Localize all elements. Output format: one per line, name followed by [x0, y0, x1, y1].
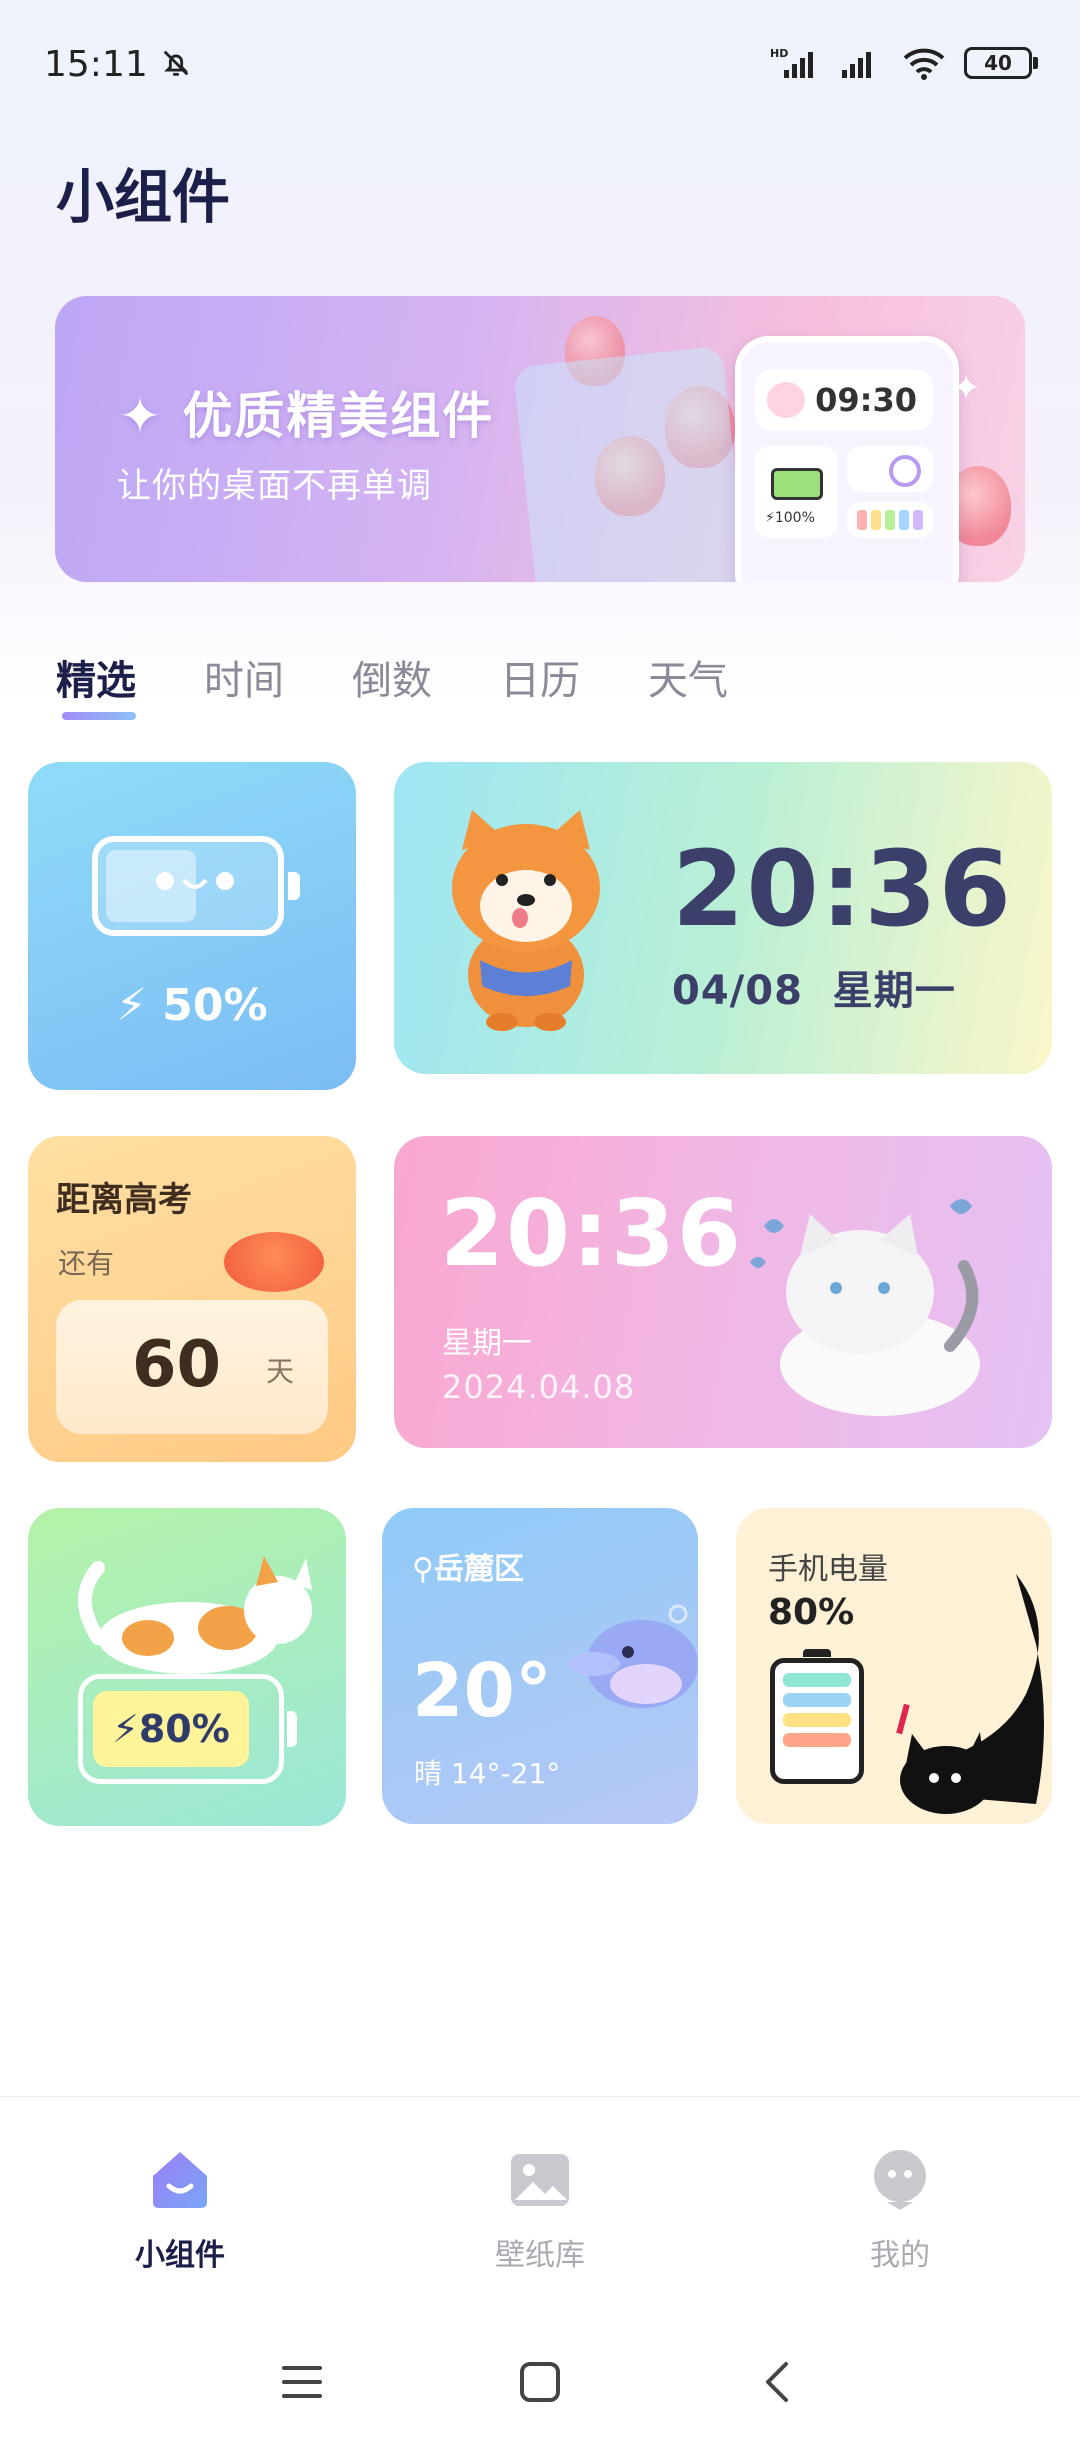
promo-banner[interactable]: ✦ 优质精美组件 让你的桌面不再单调 09:30 ⚡100% ✦	[55, 296, 1025, 582]
banner-title: ✦ 优质精美组件	[119, 387, 495, 445]
status-time-text: 15:11	[44, 44, 148, 85]
battery-percent: ⚡ 50%	[116, 980, 268, 1031]
mock-bars-widget	[847, 502, 933, 538]
mock-toggle-widget	[847, 446, 933, 492]
home-icon[interactable]	[518, 2360, 562, 2404]
svg-text:HD: HD	[770, 47, 788, 60]
mock-time-widget: 09:30	[755, 370, 933, 430]
phone-mockup: 09:30 ⚡100%	[735, 336, 959, 582]
tab-weather[interactable]: 天气	[648, 648, 728, 706]
crab-icon	[224, 1232, 324, 1292]
clock-time: 20:36	[440, 1180, 743, 1287]
battery-status: 40	[964, 47, 1038, 79]
widget-weather[interactable]: ⚲岳麓区 20° 晴 14°-21°	[382, 1508, 698, 1824]
menu-icon[interactable]	[280, 2360, 324, 2404]
countdown-box: 60 天	[56, 1300, 328, 1434]
card-decor	[513, 345, 747, 582]
nav-profile[interactable]: 我的	[820, 2146, 980, 2274]
weather-location: ⚲岳麓区	[412, 1552, 524, 1587]
bell-off-icon	[163, 50, 189, 76]
widget-phone-battery[interactable]: 手机电量 80%	[736, 1508, 1052, 1824]
clock-date: 2024.04.08	[442, 1368, 636, 1406]
tab-time[interactable]: 时间	[204, 648, 284, 706]
battery-level-icon	[770, 1649, 864, 1784]
countdown-label: 还有	[58, 1247, 115, 1280]
countdown-unit: 天	[266, 1355, 295, 1388]
system-navbar	[0, 2320, 1080, 2460]
bolt-icon: ⚡	[112, 1707, 139, 1751]
tab-countdown[interactable]: 倒数	[352, 648, 432, 706]
clock-time: 20:36	[672, 828, 1014, 950]
widget-battery-small[interactable]: ⚡ 50%	[28, 762, 356, 1090]
weather-condition: 晴 14°-21°	[414, 1757, 561, 1790]
dolphin-icon	[568, 1604, 698, 1708]
tab-indicator	[62, 712, 136, 720]
paw-icon	[767, 382, 805, 418]
clock-date: 04/08 星期一	[672, 968, 956, 1014]
widget-clock-dog[interactable]: 20:36 04/08 星期一	[394, 762, 1052, 1074]
phone-battery-percent: 80%	[768, 1592, 855, 1633]
countdown-days: 60	[132, 1328, 222, 1402]
wifi-icon	[903, 48, 945, 80]
page-title: 小组件	[56, 163, 231, 231]
nav-label: 我的	[870, 2238, 930, 2273]
weather-temp: 20°	[412, 1648, 552, 1734]
location-pin-icon: ⚲	[412, 1552, 434, 1587]
status-time: 15:11	[44, 44, 193, 85]
cat-cloud-icon	[750, 1199, 980, 1416]
sleeping-cat-icon	[78, 1556, 312, 1674]
sparkle-icon: ✦	[951, 368, 982, 409]
shiba-dog-icon	[452, 810, 600, 1031]
widget-icon	[153, 2152, 207, 2208]
tab-featured[interactable]: 精选	[56, 648, 136, 706]
widget-clock-cat[interactable]: 20:36 星期一 2024.04.08	[394, 1136, 1052, 1448]
nav-label: 小组件	[135, 2238, 225, 2273]
tab-calendar[interactable]: 日历	[500, 648, 580, 706]
nav-widgets[interactable]: 小组件	[100, 2146, 260, 2274]
back-icon[interactable]	[756, 2360, 800, 2404]
phone-battery-title: 手机电量	[768, 1552, 888, 1587]
mock-battery-widget: ⚡100%	[755, 446, 837, 538]
nav-label: 壁纸库	[495, 2238, 585, 2273]
countdown-title: 距离高考	[56, 1180, 192, 1220]
signal-hd-icon: HD	[770, 47, 813, 78]
status-icons: HD 40	[770, 46, 1038, 80]
clock-weekday: 星期一	[442, 1326, 532, 1361]
banner-subtitle: 让你的桌面不再单调	[117, 466, 432, 506]
battery-face-icon	[92, 836, 300, 936]
profile-icon	[874, 2150, 926, 2210]
widget-battery-cat[interactable]: ⚡ 80%	[28, 1508, 346, 1826]
black-cat-icon	[896, 1574, 1044, 1814]
signal-icon	[842, 52, 871, 78]
bolt-icon: ⚡	[116, 980, 147, 1031]
widget-countdown[interactable]: 距离高考 还有 60 天	[28, 1136, 356, 1462]
battery-frame: ⚡ 80%	[78, 1674, 297, 1784]
nav-wallpapers[interactable]: 壁纸库	[460, 2146, 620, 2274]
gallery-icon	[511, 2154, 569, 2206]
category-tabs: 精选 时间 倒数 日历 天气	[56, 648, 728, 706]
